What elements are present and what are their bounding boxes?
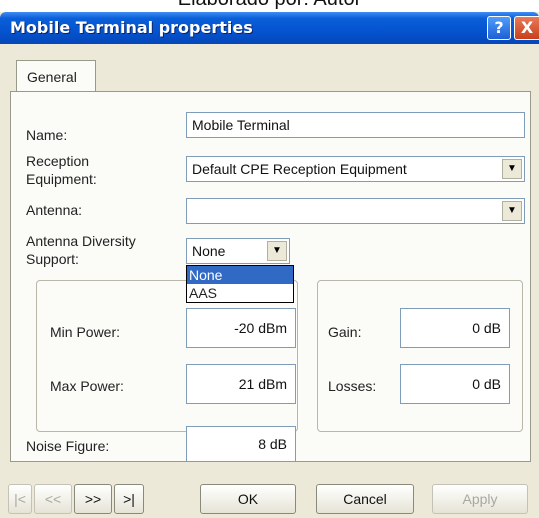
min-power-label: Min Power:	[50, 324, 121, 340]
gain-group	[317, 280, 523, 432]
gain-input[interactable]: 0 dB	[400, 308, 510, 348]
losses-input[interactable]: 0 dB	[400, 364, 510, 404]
close-button[interactable]: X	[514, 16, 539, 40]
diversity-label-line2: Support:	[26, 251, 79, 267]
next-record-button[interactable]: >>	[74, 484, 112, 514]
properties-dialog: Mobile Terminal properties ? X General N…	[0, 12, 539, 518]
diversity-label-line1: Antenna Diversity	[26, 233, 136, 249]
reception-label-line1: Reception	[26, 153, 90, 169]
max-power-label: Max Power:	[50, 378, 124, 394]
figure-caption: Elaborado por: Autor	[0, 0, 539, 11]
tab-general[interactable]: General	[16, 60, 96, 92]
name-label: Name:	[26, 127, 68, 143]
window-title: Mobile Terminal properties	[10, 18, 253, 37]
chevron-down-icon[interactable]: ▼	[502, 201, 522, 221]
diversity-select[interactable]: None ▼	[186, 238, 290, 264]
name-input[interactable]: Mobile Terminal	[186, 112, 525, 138]
min-power-input[interactable]: -20 dBm	[186, 308, 296, 348]
cancel-button[interactable]: Cancel	[316, 484, 414, 514]
first-record-button[interactable]: |<	[8, 484, 32, 514]
max-power-input[interactable]: 21 dBm	[186, 364, 296, 404]
diversity-value: None	[192, 243, 226, 259]
noise-figure-input[interactable]: 8 dB	[186, 426, 296, 462]
chevron-down-icon[interactable]: ▼	[267, 241, 287, 261]
diversity-dropdown-list: None AAS	[186, 265, 294, 303]
chevron-down-icon[interactable]: ▼	[502, 159, 522, 179]
diversity-option-aas[interactable]: AAS	[187, 284, 293, 302]
title-bar[interactable]: Mobile Terminal properties ? X	[0, 12, 539, 44]
losses-label: Losses:	[328, 378, 377, 394]
antenna-label: Antenna:	[26, 202, 83, 218]
reception-value: Default CPE Reception Equipment	[192, 161, 407, 177]
noise-figure-label: Noise Figure:	[26, 438, 110, 454]
antenna-select[interactable]: ▼	[186, 198, 525, 224]
previous-record-button[interactable]: <<	[34, 484, 72, 514]
gain-label: Gain:	[328, 324, 362, 340]
help-button[interactable]: ?	[487, 16, 511, 40]
last-record-button[interactable]: >|	[114, 484, 144, 514]
diversity-option-none[interactable]: None	[187, 266, 293, 284]
ok-button[interactable]: OK	[200, 484, 296, 514]
reception-equipment-select[interactable]: Default CPE Reception Equipment ▼	[186, 156, 525, 182]
apply-button[interactable]: Apply	[432, 484, 528, 514]
reception-label-line2: Equipment:	[26, 171, 97, 187]
